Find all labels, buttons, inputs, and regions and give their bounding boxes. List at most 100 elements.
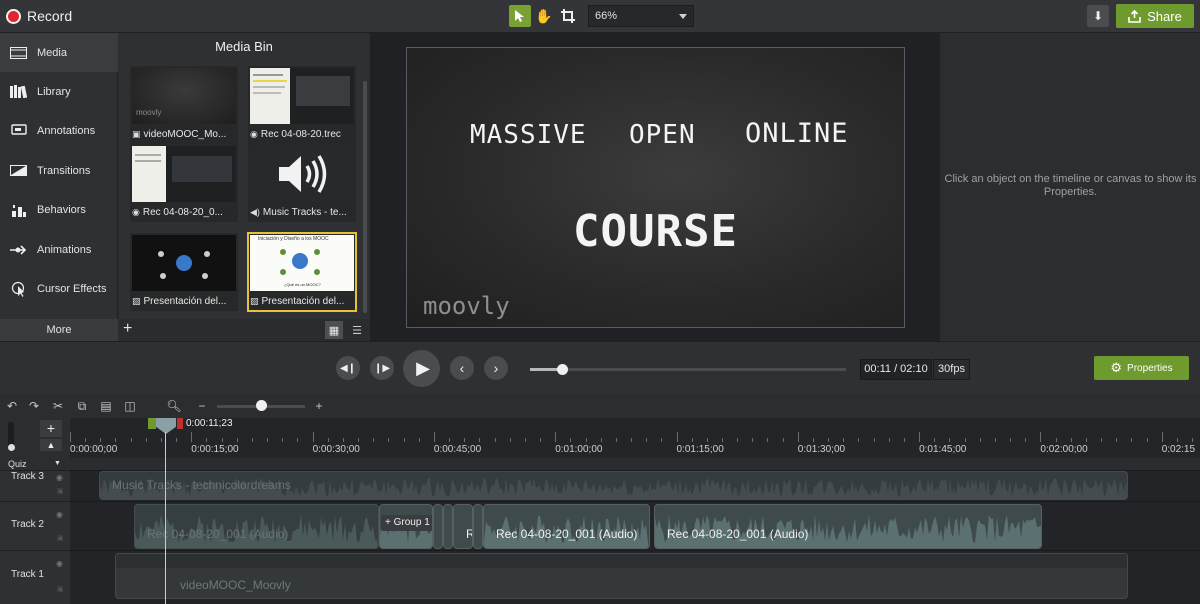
- sidebar-item-cursor-effects[interactable]: Cursor Effects: [0, 269, 118, 308]
- ruler-tick: [585, 438, 587, 442]
- audio-clip[interactable]: Rec 04-08-20_001 (Audio): [654, 504, 1042, 549]
- ruler-tick: [661, 438, 663, 442]
- track-height-knob[interactable]: [8, 444, 15, 451]
- sidebar-item-behaviors[interactable]: Behaviors: [0, 190, 118, 229]
- ruler-tick: [297, 438, 299, 442]
- previous-marker-button[interactable]: ‹: [450, 356, 474, 380]
- lock-icon[interactable]: ▣: [57, 585, 64, 593]
- zoom-select[interactable]: 66%: [588, 5, 694, 27]
- lock-icon[interactable]: ▣: [57, 487, 64, 495]
- timeline-zoom-knob[interactable]: [256, 400, 267, 411]
- undo-icon[interactable]: ↶: [4, 398, 20, 414]
- ruler-tick: [1176, 438, 1178, 442]
- ruler-tick: [236, 438, 238, 442]
- sidebar-item-label: Media: [37, 46, 67, 59]
- zoom-in-icon[interactable]: +: [311, 398, 327, 414]
- quiz-track-lane[interactable]: [70, 458, 1200, 470]
- media-item[interactable]: ▨ Presentación del...: [130, 233, 238, 311]
- eye-icon[interactable]: ◉: [56, 473, 63, 482]
- crop-tool-button[interactable]: [557, 5, 579, 27]
- sidebar-item-transitions[interactable]: Transitions: [0, 151, 118, 190]
- audio-clip[interactable]: Rec 04-08-20_001 (Audio): [134, 504, 379, 549]
- ruler-tick: [919, 432, 921, 442]
- track-lane-3[interactable]: Music Tracks - technicolordreams: [70, 470, 1200, 501]
- track-height-slider[interactable]: [8, 422, 14, 446]
- playback-scrubber[interactable]: [530, 364, 846, 375]
- list-view-icon[interactable]: ☰: [348, 321, 366, 339]
- audio-clip[interactable]: R: [453, 504, 473, 549]
- split-icon[interactable]: ◫: [122, 398, 138, 414]
- cut-icon[interactable]: ✂: [50, 398, 66, 414]
- zoom-out-icon[interactable]: −: [194, 398, 210, 414]
- ruler-tick: [312, 432, 314, 442]
- ruler-tick: [1161, 432, 1163, 442]
- fps-readout: 30fps: [933, 359, 970, 380]
- media-bin-footer: + ▦ ☰: [119, 319, 369, 341]
- copy-icon[interactable]: ⧉: [74, 398, 90, 414]
- step-back-button[interactable]: ◀❙: [336, 356, 360, 380]
- paste-icon[interactable]: ▤: [98, 398, 114, 414]
- timeline-ruler[interactable]: 0:00:00;00 0:00:15;00 0:00:30;00 0:00:45;00…: [70, 418, 1200, 458]
- track-lane-2[interactable]: Rec 04-08-20_001 (Audio) + Group 1 R Rec…: [70, 501, 1200, 550]
- group-label[interactable]: + Group 1: [381, 515, 432, 531]
- pan-tool-button[interactable]: ✋: [533, 5, 555, 27]
- ruler-tick: [555, 432, 557, 442]
- eye-icon[interactable]: ◉: [56, 510, 63, 519]
- ruler-tick: [994, 438, 996, 442]
- collapse-tracks-button[interactable]: ▲: [40, 439, 62, 451]
- track-header-3[interactable]: Track 3 ◉ ▣: [0, 470, 70, 501]
- media-bin-scrollbar[interactable]: [363, 81, 367, 313]
- media-item[interactable]: ◉ Rec 04-08-20_0...: [130, 144, 238, 222]
- ruler-tick: [479, 438, 481, 442]
- sidebar-item-library[interactable]: Library: [0, 72, 118, 111]
- properties-label: Properties: [1127, 362, 1173, 374]
- time-readout: 00:11 / 02:10: [860, 359, 932, 380]
- quiz-track-header[interactable]: Quiz ▼: [0, 458, 70, 470]
- sidebar-item-annotations[interactable]: Annotations: [0, 111, 118, 150]
- playhead-in-marker[interactable]: [148, 418, 156, 429]
- record-icon: [6, 8, 21, 24]
- audio-clip[interactable]: [433, 504, 443, 549]
- grid-view-icon[interactable]: ▦: [325, 321, 343, 339]
- group-clip[interactable]: + Group 1: [379, 504, 433, 549]
- more-button[interactable]: More: [0, 319, 118, 341]
- redo-icon[interactable]: ↷: [26, 398, 42, 414]
- play-button[interactable]: ▶: [403, 350, 440, 387]
- ruler-tick: [1192, 438, 1194, 442]
- track-lane-1[interactable]: videoMOOC_Moovly: [70, 550, 1200, 604]
- canvas-text-online: ONLINE: [745, 118, 849, 149]
- lock-icon[interactable]: ▣: [57, 534, 64, 542]
- audio-clip[interactable]: Rec 04-08-20_001 (Audio): [483, 504, 650, 549]
- ruler-tick: [570, 438, 572, 442]
- eye-icon[interactable]: ◉: [56, 559, 63, 568]
- record-button[interactable]: Record: [6, 6, 72, 26]
- playhead-out-marker[interactable]: [177, 418, 183, 429]
- video-clip[interactable]: videoMOOC_Moovly: [115, 553, 1128, 599]
- download-button[interactable]: ⬇: [1087, 5, 1109, 27]
- add-media-button[interactable]: +: [123, 320, 132, 338]
- track-header-2[interactable]: Track 2 ◉ ▣: [0, 501, 70, 550]
- track-header-1[interactable]: Track 1 ◉ ▣: [0, 550, 70, 604]
- video-thumbnail: moovly: [132, 68, 236, 124]
- media-item[interactable]: ◀) Music Tracks - te...: [248, 144, 356, 222]
- share-upload-icon: [1128, 9, 1141, 23]
- media-item-selected[interactable]: Iniciación y Diseño a los MOOC ¿Qué es u…: [247, 232, 357, 312]
- scrubber-knob[interactable]: [556, 364, 568, 375]
- audio-clip[interactable]: [473, 504, 483, 549]
- media-item[interactable]: moovly ▣ videoMOOC_Mo...: [130, 66, 238, 144]
- sidebar-item-animations[interactable]: Animations: [0, 230, 118, 269]
- share-button[interactable]: Share: [1116, 4, 1194, 28]
- audio-clip[interactable]: Music Tracks - technicolordreams: [99, 471, 1128, 500]
- ruler-tick: [964, 438, 966, 442]
- audio-clip[interactable]: [443, 504, 453, 549]
- properties-button[interactable]: ⚙ Properties: [1094, 356, 1189, 380]
- select-tool-button[interactable]: [509, 5, 531, 27]
- next-marker-button[interactable]: ›: [484, 356, 508, 380]
- sidebar-item-media[interactable]: Media: [0, 33, 118, 72]
- step-forward-button[interactable]: ❙▶: [370, 356, 394, 380]
- canvas-preview[interactable]: MASSIVE OPEN ONLINE COURSE moovly: [406, 47, 905, 328]
- ruler-tick: [1025, 438, 1027, 442]
- magnifier-icon[interactable]: 🔍︎: [166, 398, 182, 414]
- add-track-button[interactable]: +: [40, 420, 62, 437]
- media-item[interactable]: ◉ Rec 04-08-20.trec: [248, 66, 356, 144]
